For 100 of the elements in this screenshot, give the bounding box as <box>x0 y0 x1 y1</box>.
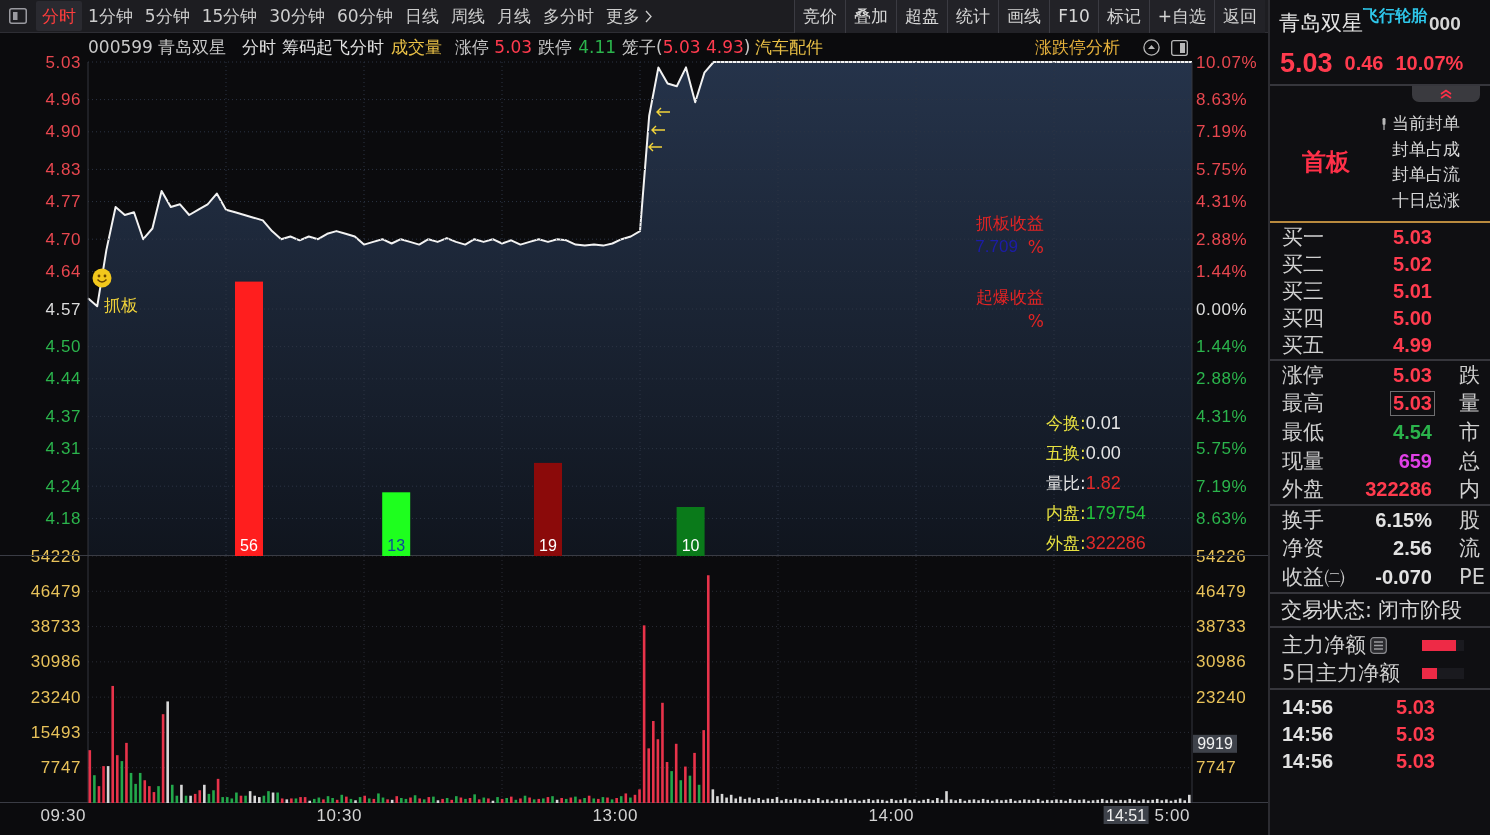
info-value: 0.01 <box>1085 413 1121 435</box>
period-tab[interactable]: 30分钟 <box>263 1 331 31</box>
info-label: 外盘: <box>1046 531 1086 555</box>
industry-label: 汽车配件 <box>755 37 824 58</box>
period-tab[interactable]: 日线 <box>398 1 445 31</box>
last-price: 5.03 <box>1280 47 1333 79</box>
limit-down-label: 跌停 <box>538 37 573 58</box>
price-axis-label: 4.77 <box>45 192 81 212</box>
stat-value: 5.03 <box>1392 362 1433 388</box>
chevron-right-icon <box>644 9 652 23</box>
fundamental-label: 股 <box>1458 508 1481 532</box>
period-tab[interactable]: 月线 <box>490 1 537 31</box>
stat-label: 内 <box>1458 478 1481 502</box>
layout-button[interactable] <box>1170 38 1188 57</box>
time-axis-label: 5:00 <box>1154 805 1190 825</box>
toolbar-button[interactable]: 画线 <box>998 0 1050 33</box>
toolbar-button[interactable]: 竞价 <box>794 0 846 33</box>
fundamental-value: -0.070 <box>1374 564 1433 590</box>
period-tab[interactable]: 周线 <box>444 1 491 31</box>
stat-value: 4.54 <box>1392 420 1433 445</box>
volume-axis-label: 38733 <box>1196 617 1247 637</box>
stat-value: 322286 <box>1364 477 1433 503</box>
percent-axis-label: 2.88% <box>1196 229 1248 249</box>
toolbar-button[interactable]: F10 <box>1049 0 1098 33</box>
fundamental-label: 换手 <box>1282 508 1325 532</box>
period-label: 分时 <box>242 37 277 58</box>
tick-time: 14:56 <box>1282 749 1335 773</box>
trade-status: 交易状态: 闭市阶段 <box>1281 596 1463 624</box>
price-change: 0.46 <box>1344 51 1384 75</box>
toolbar-button[interactable]: 标记 <box>1097 0 1149 33</box>
stock-code: 000 <box>1429 14 1461 35</box>
toolbar-button[interactable]: +自选 <box>1148 0 1214 33</box>
toolbar-button[interactable]: 统计 <box>947 0 999 33</box>
arrow-icon <box>651 125 666 135</box>
period-tab[interactable]: 分时 <box>36 1 82 31</box>
stat-label: 涨停 <box>1282 363 1325 387</box>
volume-axis-label: 7747 <box>1196 758 1237 778</box>
toolbar-button[interactable]: 返回 <box>1214 0 1265 33</box>
stat-label: 外盘 <box>1282 478 1325 502</box>
percent-axis-label: 10.07% <box>1196 52 1258 72</box>
yield-value: 7.709 <box>975 236 1018 258</box>
limit-analysis-link[interactable]: 涨跌停分析 <box>1035 37 1120 58</box>
indicator-name: 筹码起飞分时 <box>282 37 385 58</box>
stat-label: 跌 <box>1458 363 1481 387</box>
stat-label: 市 <box>1458 420 1481 445</box>
toolbar-button[interactable]: 超盘 <box>896 0 948 33</box>
time-axis-label: 14:00 <box>868 805 914 825</box>
period-tab[interactable]: 60分钟 <box>330 1 399 31</box>
info-value: 179754 <box>1085 502 1146 524</box>
details-button[interactable] <box>1370 637 1387 655</box>
price-axis-label: 4.50 <box>45 337 81 357</box>
expand-button[interactable] <box>1142 38 1160 57</box>
fundamental-label: 流 <box>1458 537 1481 561</box>
price-axis-label: 4.44 <box>45 369 81 389</box>
yield-unit: % <box>1027 236 1044 259</box>
price-axis-label: 4.70 <box>45 229 81 249</box>
entry-signal-label: 抓板 <box>103 296 138 316</box>
period-tab[interactable]: 多分时 <box>536 1 600 31</box>
signal-bar-value: 19 <box>539 536 557 554</box>
collapse-button[interactable] <box>1412 86 1480 102</box>
volume-axis-label: 23240 <box>30 687 81 707</box>
stock-name: 青岛双星 <box>1279 11 1363 35</box>
percent-axis-label: 1.44% <box>1196 261 1248 281</box>
time-axis-label: 10:30 <box>316 805 362 825</box>
limit-up-label: 涨停 <box>455 37 490 58</box>
stat-label: 最低 <box>1282 420 1325 445</box>
info-value: 322286 <box>1085 532 1146 554</box>
limit-down-price: 4.11 <box>578 37 617 58</box>
stat-value: 659 <box>1397 448 1433 474</box>
flow-label: 主力净额 <box>1282 634 1366 658</box>
period-tab[interactable]: 1分钟 <box>82 1 139 31</box>
info-label: 五换: <box>1046 442 1086 466</box>
toolbar-button[interactable]: 叠加 <box>845 0 897 33</box>
period-tab[interactable]: 15分钟 <box>195 1 264 31</box>
tick-price: 5.03 <box>1396 749 1435 773</box>
bid-label: 买五 <box>1282 333 1325 358</box>
stock-title: 000599 青岛双星 <box>88 37 227 58</box>
seal-info-label: 封单占流 <box>1392 164 1461 186</box>
percent-axis-label: 5.75% <box>1196 159 1248 179</box>
volume-axis-label: 46479 <box>30 581 81 601</box>
price-axis-label: 4.31 <box>45 439 81 459</box>
time-axis-label: 09:30 <box>40 805 86 825</box>
tick-price: 5.03 <box>1396 695 1435 719</box>
period-tab[interactable]: 更多 <box>599 1 658 31</box>
seal-info-label: 封单占成 <box>1392 138 1461 160</box>
flow-label: 5日主力净额 <box>1282 662 1401 686</box>
bid-label: 买一 <box>1282 225 1325 250</box>
stat-label: 总 <box>1458 449 1481 473</box>
percent-axis-label: 4.31% <box>1196 192 1248 212</box>
signal-bar-value: 56 <box>240 536 258 554</box>
seal-info-label: 十日总涨 <box>1392 189 1461 211</box>
panel-icon <box>1170 39 1188 56</box>
bid-label: 买三 <box>1282 279 1325 304</box>
board-tag: 首板 <box>1302 146 1350 178</box>
percent-axis-label: 2.88% <box>1196 369 1248 389</box>
info-label: 今换: <box>1046 412 1086 436</box>
arrow-icon <box>656 107 671 117</box>
period-tab[interactable]: 5分钟 <box>138 1 196 31</box>
bid-label: 买四 <box>1282 306 1325 331</box>
limit-up-price: 5.03 <box>494 37 533 58</box>
